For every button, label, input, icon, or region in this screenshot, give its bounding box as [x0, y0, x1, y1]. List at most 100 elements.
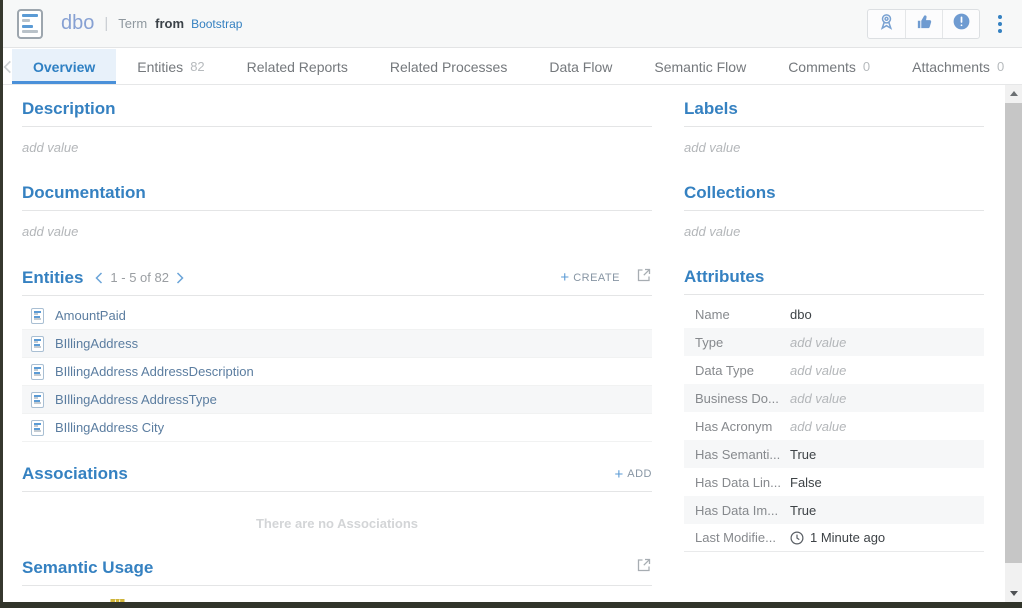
tab-scroll-left-button[interactable]: [3, 49, 12, 84]
attribute-label: Business Do...: [695, 391, 790, 406]
description-add-value[interactable]: add value: [22, 127, 652, 155]
asset-type-label: Term: [118, 16, 147, 31]
triangle-down-icon: [1010, 591, 1018, 596]
attribute-add-value[interactable]: add value: [790, 335, 846, 350]
entity-row[interactable]: BIllingAddress AddressType: [22, 386, 652, 414]
labels-section-header: Labels: [684, 99, 984, 127]
attribute-label: Data Type: [695, 363, 790, 378]
entities-pagination: 1 - 5 of 82: [95, 270, 184, 285]
description-title: Description: [22, 99, 116, 119]
entities-section-header: Entities 1 - 5 of 82 + CREATE: [22, 267, 652, 296]
clock-icon: [790, 531, 804, 545]
add-association-button[interactable]: + ADD: [615, 467, 653, 482]
tab-data-flow[interactable]: Data Flow: [528, 49, 633, 84]
attribute-label: Has Data Im...: [695, 503, 790, 518]
attribute-label: Last Modifie...: [695, 530, 790, 545]
entities-title: Entities: [22, 268, 83, 288]
attribute-value: True: [790, 503, 816, 518]
alert-circle-icon: [952, 12, 971, 36]
tab-attachments[interactable]: Attachments 0: [891, 49, 1022, 84]
scrollbar-thumb[interactable]: [1005, 103, 1022, 563]
entity-link: BIllingAddress: [55, 336, 138, 351]
open-in-new-icon: [636, 267, 652, 288]
documentation-add-value[interactable]: add value: [22, 211, 652, 239]
attribute-row-has-data-lineage: Has Data Lin... False: [684, 468, 984, 496]
attribute-row-last-modified: Last Modifie... 1 Minute ago: [684, 524, 984, 552]
vertical-scrollbar[interactable]: [1005, 85, 1022, 602]
semantic-usage-title: Semantic Usage: [22, 558, 153, 578]
entity-row[interactable]: BIllingAddress AddressDescription: [22, 358, 652, 386]
attributes-table: Name dbo Type add value Data Type add va…: [684, 300, 984, 552]
attribute-add-value[interactable]: add value: [790, 363, 846, 378]
entity-row[interactable]: AmountPaid: [22, 302, 652, 330]
entity-header: dbo | Term from Bootstrap: [3, 0, 1022, 48]
scroll-down-button[interactable]: [1005, 585, 1022, 602]
window-frame-left: [0, 0, 3, 608]
overview-panel: Description add value Documentation add …: [3, 85, 1005, 602]
scroll-up-button[interactable]: [1005, 85, 1022, 102]
tab-attachments-count: 0: [997, 59, 1004, 74]
title-divider: |: [104, 15, 108, 32]
tab-semantic-flow[interactable]: Semantic Flow: [633, 49, 767, 84]
semantic-usage-section-header: Semantic Usage: [22, 557, 652, 586]
attribute-add-value[interactable]: add value: [790, 391, 846, 406]
pagination-prev-button[interactable]: [95, 272, 103, 284]
associations-title: Associations: [22, 464, 128, 484]
attribute-label: Has Acronym: [695, 419, 790, 434]
attribute-row-has-acronym: Has Acronym add value: [684, 412, 984, 440]
attribute-label: Name: [695, 307, 790, 322]
attribute-value: 1 Minute ago: [790, 530, 885, 545]
entity-link: BIllingAddress AddressDescription: [55, 364, 254, 379]
pagination-next-button[interactable]: [176, 272, 184, 284]
attributes-title: Attributes: [684, 267, 764, 287]
entity-icon: [31, 364, 44, 380]
tab-entities[interactable]: Entities 82: [116, 49, 225, 84]
entity-icon: [31, 420, 44, 436]
collections-add-value[interactable]: add value: [684, 211, 984, 239]
source-link[interactable]: Bootstrap: [191, 17, 242, 31]
overflow-menu-button[interactable]: [992, 11, 1008, 37]
attribute-add-value[interactable]: add value: [790, 419, 846, 434]
description-section-header: Description: [22, 99, 652, 127]
header-action-group: [867, 9, 980, 39]
entity-row[interactable]: BIllingAddress City: [22, 414, 652, 442]
tab-related-processes[interactable]: Related Processes: [369, 49, 529, 84]
endorse-button[interactable]: [868, 10, 905, 38]
award-icon: [877, 12, 896, 36]
attribute-row-type: Type add value: [684, 328, 984, 356]
alert-button[interactable]: [942, 10, 979, 38]
associations-empty-message: There are no Associations: [22, 516, 652, 531]
attribute-row-data-type: Data Type add value: [684, 356, 984, 384]
labels-title: Labels: [684, 99, 738, 119]
attribute-label: Has Semanti...: [695, 447, 790, 462]
tab-comments[interactable]: Comments 0: [767, 49, 891, 84]
plus-icon: +: [615, 467, 624, 482]
attribute-row-has-semantic: Has Semanti... True: [684, 440, 984, 468]
tab-bar: Overview Entities 82 Related Reports Rel…: [3, 49, 1022, 85]
tab-related-reports[interactable]: Related Reports: [226, 49, 369, 84]
attributes-section-header: Attributes: [684, 267, 984, 295]
semantic-usage-expand-button[interactable]: [636, 557, 652, 578]
from-label: from: [155, 16, 184, 31]
attribute-row-has-data-impact: Has Data Im... True: [684, 496, 984, 524]
entity-row[interactable]: BIllingAddress: [22, 330, 652, 358]
documentation-title: Documentation: [22, 183, 146, 203]
page-title: dbo: [61, 12, 94, 35]
attribute-value: True: [790, 447, 816, 462]
attribute-row-name: Name dbo: [684, 300, 984, 328]
tab-overview[interactable]: Overview: [12, 49, 116, 84]
plus-icon: +: [560, 270, 569, 285]
attribute-label: Type: [695, 335, 790, 350]
entities-expand-button[interactable]: [636, 267, 652, 288]
entity-link: BIllingAddress City: [55, 420, 164, 435]
like-button[interactable]: [905, 10, 942, 38]
open-in-new-icon: [636, 557, 652, 578]
attribute-value: dbo: [790, 307, 812, 322]
entity-icon: [31, 336, 44, 352]
attribute-label: Has Data Lin...: [695, 475, 790, 490]
entity-icon: [31, 308, 44, 324]
term-icon: [17, 9, 43, 39]
thumbs-up-icon: [915, 12, 934, 36]
create-entity-button[interactable]: + CREATE: [560, 270, 620, 285]
labels-add-value[interactable]: add value: [684, 127, 984, 155]
